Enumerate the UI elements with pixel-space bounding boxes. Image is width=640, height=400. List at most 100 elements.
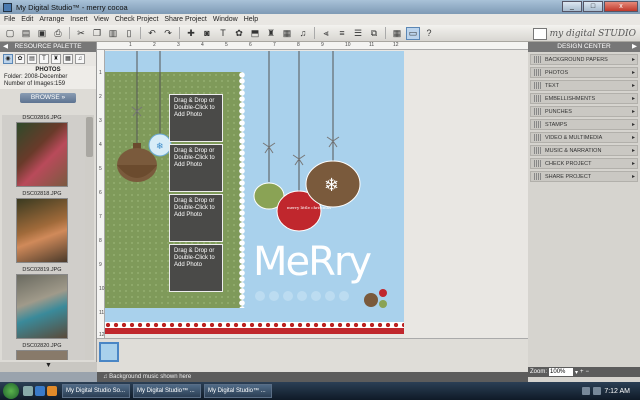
page-thumbnail[interactable] (99, 342, 119, 362)
thumbnail-scrollbar[interactable] (85, 115, 94, 360)
cut-icon[interactable]: ✂ (74, 27, 88, 40)
design-center-item[interactable]: PUNCHES ▸ (530, 106, 638, 117)
redo-icon[interactable]: ↷ (161, 27, 175, 40)
collapse-arrow-icon[interactable]: ▶ (632, 42, 637, 52)
photo-slot[interactable]: Drag & Drop or Double-Click to Add Photo (169, 94, 223, 142)
embellishment-icon[interactable]: ✿ (232, 27, 246, 40)
menu-share-project[interactable]: Share Project (164, 16, 206, 23)
photo-slot[interactable]: Drag & Drop or Double-Click to Add Photo (169, 244, 223, 292)
browse-button[interactable]: BROWSE » (20, 93, 76, 103)
page-icon[interactable]: ▯ (122, 27, 136, 40)
shape-icon[interactable]: ⬒ (248, 27, 262, 40)
taskbar-item[interactable]: My Digital Studio™ ... (133, 384, 201, 398)
align-center-icon[interactable]: ≡ (335, 27, 349, 40)
close-button[interactable]: x (604, 1, 638, 12)
design-center-item[interactable]: BACKGROUND PAPERS ▸ (530, 54, 638, 65)
grip-icon (534, 82, 542, 89)
red-border-strip[interactable] (105, 328, 404, 334)
paper-tab-icon[interactable]: ▤ (27, 54, 37, 64)
design-center-item[interactable]: EMBELLISHMENTS ▸ (530, 93, 638, 104)
photos-tab-icon[interactable]: ◉ (3, 54, 13, 64)
zoom-in-icon[interactable]: + (580, 369, 584, 375)
windows-taskbar: My Digital Studio So... My Digital Studi… (0, 382, 640, 400)
embellishments-tab-icon[interactable]: ✿ (15, 54, 25, 64)
clock[interactable]: 7:12 AM (604, 388, 630, 395)
font-tab-icon[interactable]: T (39, 54, 49, 64)
minimize-button[interactable]: _ (562, 1, 582, 12)
view-mode-icon[interactable]: ▭ (406, 26, 420, 40)
taskbar-item[interactable]: My Digital Studio™ ... (204, 384, 272, 398)
collapse-arrow-icon[interactable]: ◀ (3, 42, 8, 52)
video-tab-icon[interactable]: ▦ (63, 54, 73, 64)
page-gutter (404, 51, 528, 334)
menu-insert[interactable]: Insert (70, 16, 88, 23)
palette-tabs: ◉ ✿ ▤ T ♜ ▦ ♫ (0, 52, 96, 66)
vertical-ruler: 1 2 3 4 5 6 7 8 9 10 11 12 (97, 50, 105, 338)
design-center-item[interactable]: MUSIC & NARRATION ▸ (530, 145, 638, 156)
layers-icon[interactable]: ⧉ (367, 27, 381, 40)
scrapbook-page[interactable]: ❄ merry little christmas ❄ Drag & Drop o… (105, 51, 404, 334)
app-icon (3, 2, 12, 12)
distribute-icon[interactable]: ☰ (351, 27, 365, 40)
scrollbar-thumb[interactable] (86, 117, 93, 157)
new-project-icon[interactable]: ▢ (3, 27, 17, 40)
photo-slot-label: Drag & Drop or Double-Click to Add Photo (174, 198, 215, 218)
design-center-header: DESIGN CENTER ▶ (528, 42, 640, 52)
background-music-bar[interactable]: ♫ Background music shown here (97, 372, 528, 382)
network-icon[interactable] (582, 387, 591, 395)
copy-icon[interactable]: ❐ (90, 27, 104, 40)
menu-edit[interactable]: Edit (21, 16, 33, 23)
camera-icon[interactable]: ◙ (200, 27, 214, 40)
text-tool-icon[interactable]: T (216, 27, 230, 40)
photo-thumbnail[interactable]: DSC02820.JPG (16, 343, 94, 360)
menu-arrange[interactable]: Arrange (39, 16, 64, 23)
zoom-dropdown-icon[interactable]: ▾ (575, 369, 578, 376)
help-icon[interactable]: ? (422, 27, 436, 40)
menu-check-project[interactable]: Check Project (115, 16, 159, 23)
design-center-item[interactable]: VIDEO & MULTIMEDIA ▸ (530, 132, 638, 143)
music-tab-icon[interactable]: ♫ (75, 54, 85, 64)
svg-text:❄: ❄ (324, 175, 339, 195)
zoom-out-icon[interactable]: − (586, 369, 590, 375)
page-filmstrip (97, 338, 528, 372)
design-center-item[interactable]: SHARE PROJECT ▸ (530, 171, 638, 182)
grid-icon[interactable]: ▦ (390, 27, 404, 40)
stamp-tab-icon[interactable]: ♜ (51, 54, 61, 64)
menu-view[interactable]: View (94, 16, 109, 23)
save-icon[interactable]: ▣ (35, 27, 49, 40)
brand-logo: my digital STUDIO (532, 26, 636, 41)
maximize-button[interactable]: □ (583, 1, 603, 12)
open-icon[interactable]: ▤ (19, 27, 33, 40)
film-icon[interactable]: ▦ (280, 27, 294, 40)
quicklaunch-desktop-icon[interactable] (23, 386, 33, 396)
resource-palette-title: RESOURCE PALETTE (14, 43, 82, 50)
add-photo-box-icon[interactable]: ✚ (184, 27, 198, 40)
paste-icon[interactable]: ▥ (106, 27, 120, 40)
volume-icon[interactable] (593, 387, 602, 395)
merry-title-text[interactable]: MeRry (253, 239, 372, 285)
photo-thumbnail[interactable]: DSC02819.JPG (16, 267, 94, 339)
design-center-item[interactable]: PHOTOS ▸ (530, 67, 638, 78)
print-icon[interactable]: ⎙ (51, 27, 65, 40)
taskbar-item[interactable]: My Digital Studio So... (62, 384, 130, 398)
menu-window[interactable]: Window (213, 16, 238, 23)
design-center-item[interactable]: STAMPS ▸ (530, 119, 638, 130)
photo-slot[interactable]: Drag & Drop or Double-Click to Add Photo (169, 194, 223, 242)
photo-thumbnail[interactable]: DSC02816.JPG (16, 115, 94, 187)
music-icon[interactable]: ♫ (296, 27, 310, 40)
start-button[interactable] (3, 383, 19, 399)
menu-file[interactable]: File (4, 16, 15, 23)
align-left-icon[interactable]: ⫷ (319, 27, 333, 40)
undo-icon[interactable]: ↶ (145, 27, 159, 40)
photo-thumbnail[interactable]: DSC02818.JPG (16, 191, 94, 263)
stamp-icon[interactable]: ♜ (264, 27, 278, 40)
quicklaunch-browser-icon[interactable] (35, 386, 45, 396)
quicklaunch-media-icon[interactable] (47, 386, 57, 396)
button-embellishment-icon (379, 289, 387, 297)
menu-help[interactable]: Help (244, 16, 258, 23)
scroll-down-icon[interactable]: ▼ (0, 362, 97, 372)
photo-slot[interactable]: Drag & Drop or Double-Click to Add Photo (169, 144, 223, 192)
design-center-item[interactable]: TEXT ▸ (530, 80, 638, 91)
zoom-value-select[interactable]: 100% (549, 368, 574, 376)
design-center-item[interactable]: CHECK PROJECT ▸ (530, 158, 638, 169)
